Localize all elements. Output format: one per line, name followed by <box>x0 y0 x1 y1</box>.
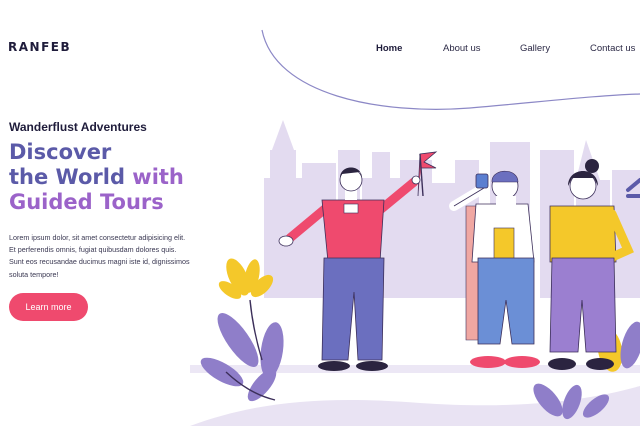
purple-leaves-left <box>200 313 284 402</box>
headline-line-2: the World <box>9 165 133 189</box>
header-wave-line <box>261 29 640 110</box>
description-line-2: Et perferendis omnis, fugiat quibusdam d… <box>9 245 177 255</box>
headline-line-3: Guided Tours <box>9 190 164 214</box>
nav-home[interactable]: Home <box>376 43 402 54</box>
description-line-4: soluta tempore! <box>9 269 59 279</box>
hero-description: Lorem ipsum dolor, sit amet consectetur … <box>9 232 209 281</box>
main-nav: Home About us Gallery Contact us <box>0 43 640 57</box>
hero-eyebrow: Wanderflust Adventures <box>9 120 147 134</box>
headline-accent-word: with <box>132 165 184 189</box>
headline-line-1: Discover <box>9 140 112 164</box>
description-line-3: Sunt eos recusandae ducimus magni iste i… <box>9 257 190 267</box>
nav-about-us[interactable]: About us <box>443 43 481 54</box>
nav-gallery[interactable]: Gallery <box>520 43 550 54</box>
hero-headline: Discover the World with Guided Tours <box>9 140 184 215</box>
learn-more-button[interactable]: Learn more <box>9 293 88 321</box>
description-line-1: Lorem ipsum dolor, sit amet consectetur … <box>9 233 186 242</box>
nav-contact-us[interactable]: Contact us <box>590 43 635 54</box>
